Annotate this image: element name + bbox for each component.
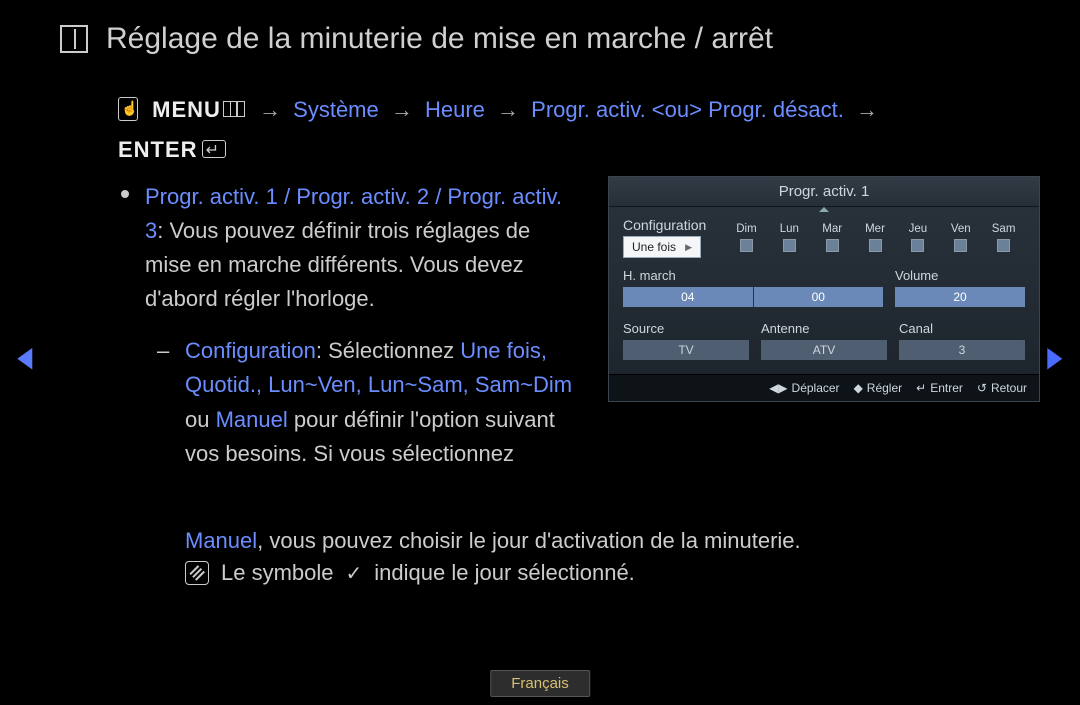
enter-label: ENTER: [118, 137, 198, 162]
note-text-1: Le symbole: [221, 560, 334, 586]
arrow-sep: →: [385, 97, 419, 122]
antenne-label: Antenne: [761, 321, 887, 336]
day-jeu[interactable]: Jeu: [896, 223, 939, 252]
config-colon: : Sélectionnez: [316, 338, 460, 363]
volume-value[interactable]: 20: [895, 287, 1025, 307]
source-value[interactable]: TV: [623, 340, 749, 360]
canal-label: Canal: [899, 321, 1025, 336]
footer-enter: ↵Entrer: [916, 381, 963, 395]
note-row: Le symbole ✓ indique le jour sélectionné…: [185, 560, 635, 586]
menu-label: MENU: [152, 97, 221, 122]
canal-value[interactable]: 3: [899, 340, 1025, 360]
volume-label: Volume: [895, 268, 1025, 283]
nav-next[interactable]: ▶: [1044, 340, 1066, 373]
hand-icon: [118, 97, 138, 121]
day-lun[interactable]: Lun: [768, 223, 811, 252]
days-row: Dim Lun Mar Mer Jeu Ven Sam: [725, 223, 1025, 252]
hmarch-hour[interactable]: 04: [623, 287, 754, 307]
continued-text: Manuel, vous pouvez choisir le jour d'ac…: [185, 524, 1020, 558]
body-text: Progr. activ. 1 / Progr. activ. 2 / Prog…: [145, 180, 575, 471]
language-button[interactable]: Français: [490, 670, 590, 697]
footer-adjust: ◆Régler: [854, 381, 903, 395]
bullet-icon: [121, 190, 129, 198]
path-progr: Progr. activ. <ou> Progr. désact.: [531, 97, 844, 122]
ou-text: ou: [185, 407, 216, 432]
menu-icon: [223, 101, 245, 117]
book-icon: [60, 25, 88, 53]
page-title: Réglage de la minuterie de mise en march…: [106, 22, 773, 56]
panel-config-label: Configuration: [623, 217, 715, 233]
hmarch-min[interactable]: 00: [754, 287, 884, 307]
manuel-text: Manuel: [216, 407, 288, 432]
nav-prev[interactable]: ◀: [14, 340, 36, 373]
arrow-sep: →: [491, 97, 525, 122]
day-mer[interactable]: Mer: [854, 223, 897, 252]
day-sam[interactable]: Sam: [982, 223, 1025, 252]
config-value: Une fois: [632, 240, 676, 254]
config-dropdown[interactable]: Une fois ▶: [623, 236, 701, 258]
dash-icon: –: [157, 334, 169, 368]
note-icon: [185, 561, 209, 585]
hmarch-label: H. march: [623, 268, 883, 283]
progr-activ-desc: : Vous pouvez définir trois réglages de …: [145, 218, 530, 311]
config-label: Configuration: [185, 338, 316, 363]
enter-icon: [202, 140, 226, 158]
note-text-2: indique le jour sélectionné.: [374, 560, 635, 586]
source-label: Source: [623, 321, 749, 336]
day-dim[interactable]: Dim: [725, 223, 768, 252]
arrow-sep: →: [850, 97, 884, 122]
footer-return: ↺Retour: [977, 381, 1027, 395]
timer-panel: Progr. activ. 1 Configuration Une fois ▶…: [608, 176, 1040, 402]
footer-move: ◀▶Déplacer: [769, 381, 840, 395]
breadcrumb: MENU → Système → Heure → Progr. activ. <…: [118, 90, 1020, 169]
day-mar[interactable]: Mar: [811, 223, 854, 252]
path-heure: Heure: [425, 97, 485, 122]
day-ven[interactable]: Ven: [939, 223, 982, 252]
antenne-value[interactable]: ATV: [761, 340, 887, 360]
tail2-text: , vous pouvez choisir le jour d'activati…: [257, 528, 800, 553]
arrow-sep: →: [253, 97, 287, 122]
panel-footer: ◀▶Déplacer ◆Régler ↵Entrer ↺Retour: [609, 374, 1039, 401]
panel-title: Progr. activ. 1: [609, 177, 1039, 207]
path-systeme: Système: [293, 97, 379, 122]
check-icon: ✓: [346, 561, 363, 586]
dropdown-arrow-icon: ▶: [685, 242, 692, 253]
manuel2-text: Manuel: [185, 528, 257, 553]
